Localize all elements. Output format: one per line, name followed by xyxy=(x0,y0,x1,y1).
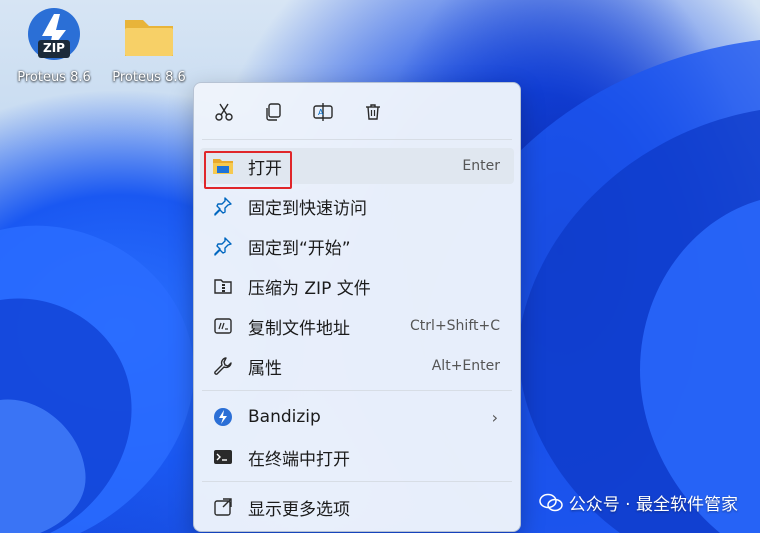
zip-badge-text: ZIP xyxy=(43,41,65,55)
svg-text:A: A xyxy=(318,108,324,117)
copy-icon xyxy=(266,103,281,121)
menu-item-pin-start[interactable]: 固定到“开始” xyxy=(200,228,514,264)
submenu-chevron-icon: › xyxy=(491,407,498,427)
menu-item-shortcut: Enter xyxy=(462,158,500,174)
more-options-icon xyxy=(212,496,234,518)
menu-item-open-terminal[interactable]: 在终端中打开 xyxy=(200,439,514,475)
menu-separator xyxy=(202,481,512,482)
menu-item-shortcut: Alt+Enter xyxy=(431,358,500,374)
wechat-icon xyxy=(539,493,563,511)
menu-item-show-more-options[interactable]: 显示更多选项 xyxy=(200,489,514,525)
zip-folder-icon xyxy=(212,275,234,297)
copy-button[interactable] xyxy=(257,96,289,128)
watermark: 公众号 · 最全软件管家 xyxy=(539,490,738,515)
menu-item-compress-zip[interactable]: 压缩为 ZIP 文件 xyxy=(200,268,514,304)
desktop-icon-proteus-folder[interactable]: Proteus 8.6 xyxy=(104,6,194,85)
desktop-icon-proteus-zip[interactable]: ZIP Proteus 8.6 xyxy=(9,6,99,85)
menu-item-pin-quick-access[interactable]: 固定到快速访问 xyxy=(200,188,514,224)
menu-item-label: 在终端中打开 xyxy=(248,449,350,470)
delete-button[interactable] xyxy=(357,96,389,128)
menu-item-shortcut: Ctrl+Shift+C xyxy=(410,318,500,334)
cut-button[interactable] xyxy=(208,96,240,128)
desktop-icon-label: Proteus 8.6 xyxy=(112,70,186,85)
delete-icon xyxy=(366,104,380,120)
context-menu-toolbar: A xyxy=(194,93,520,131)
folder-icon xyxy=(119,6,179,66)
zip-archive-icon: ZIP xyxy=(24,6,84,66)
highlight-annotation-box xyxy=(204,151,292,189)
menu-item-label: 属性 xyxy=(248,358,282,379)
cut-icon xyxy=(215,103,233,121)
pin-icon xyxy=(212,235,234,257)
watermark-text: 公众号 · 最全软件管家 xyxy=(568,495,738,515)
path-icon xyxy=(212,315,234,337)
menu-item-copy-path[interactable]: 复制文件地址 Ctrl+Shift+C xyxy=(200,308,514,344)
menu-item-label: 固定到快速访问 xyxy=(248,198,367,219)
menu-item-properties[interactable]: 属性 Alt+Enter xyxy=(200,348,514,384)
pin-icon xyxy=(212,195,234,217)
rename-icon: A xyxy=(313,103,333,121)
menu-item-label: 显示更多选项 xyxy=(248,499,350,520)
menu-separator xyxy=(202,139,512,140)
menu-item-label: Bandizip xyxy=(248,407,321,427)
menu-separator xyxy=(202,390,512,391)
bandizip-icon xyxy=(212,406,234,428)
menu-item-label: 复制文件地址 xyxy=(248,318,350,339)
context-menu: A 打开 Enter 固定到快速访问 固定到“开始” 压缩为 ZIP 文件 复制… xyxy=(193,82,521,532)
rename-button[interactable]: A xyxy=(307,96,339,128)
menu-item-label: 固定到“开始” xyxy=(248,238,351,259)
menu-item-bandizip[interactable]: Bandizip › xyxy=(200,399,514,435)
terminal-icon xyxy=(212,446,234,468)
menu-item-label: 压缩为 ZIP 文件 xyxy=(248,278,371,299)
wrench-icon xyxy=(212,355,234,377)
desktop-icon-label: Proteus 8.6 xyxy=(17,70,91,85)
